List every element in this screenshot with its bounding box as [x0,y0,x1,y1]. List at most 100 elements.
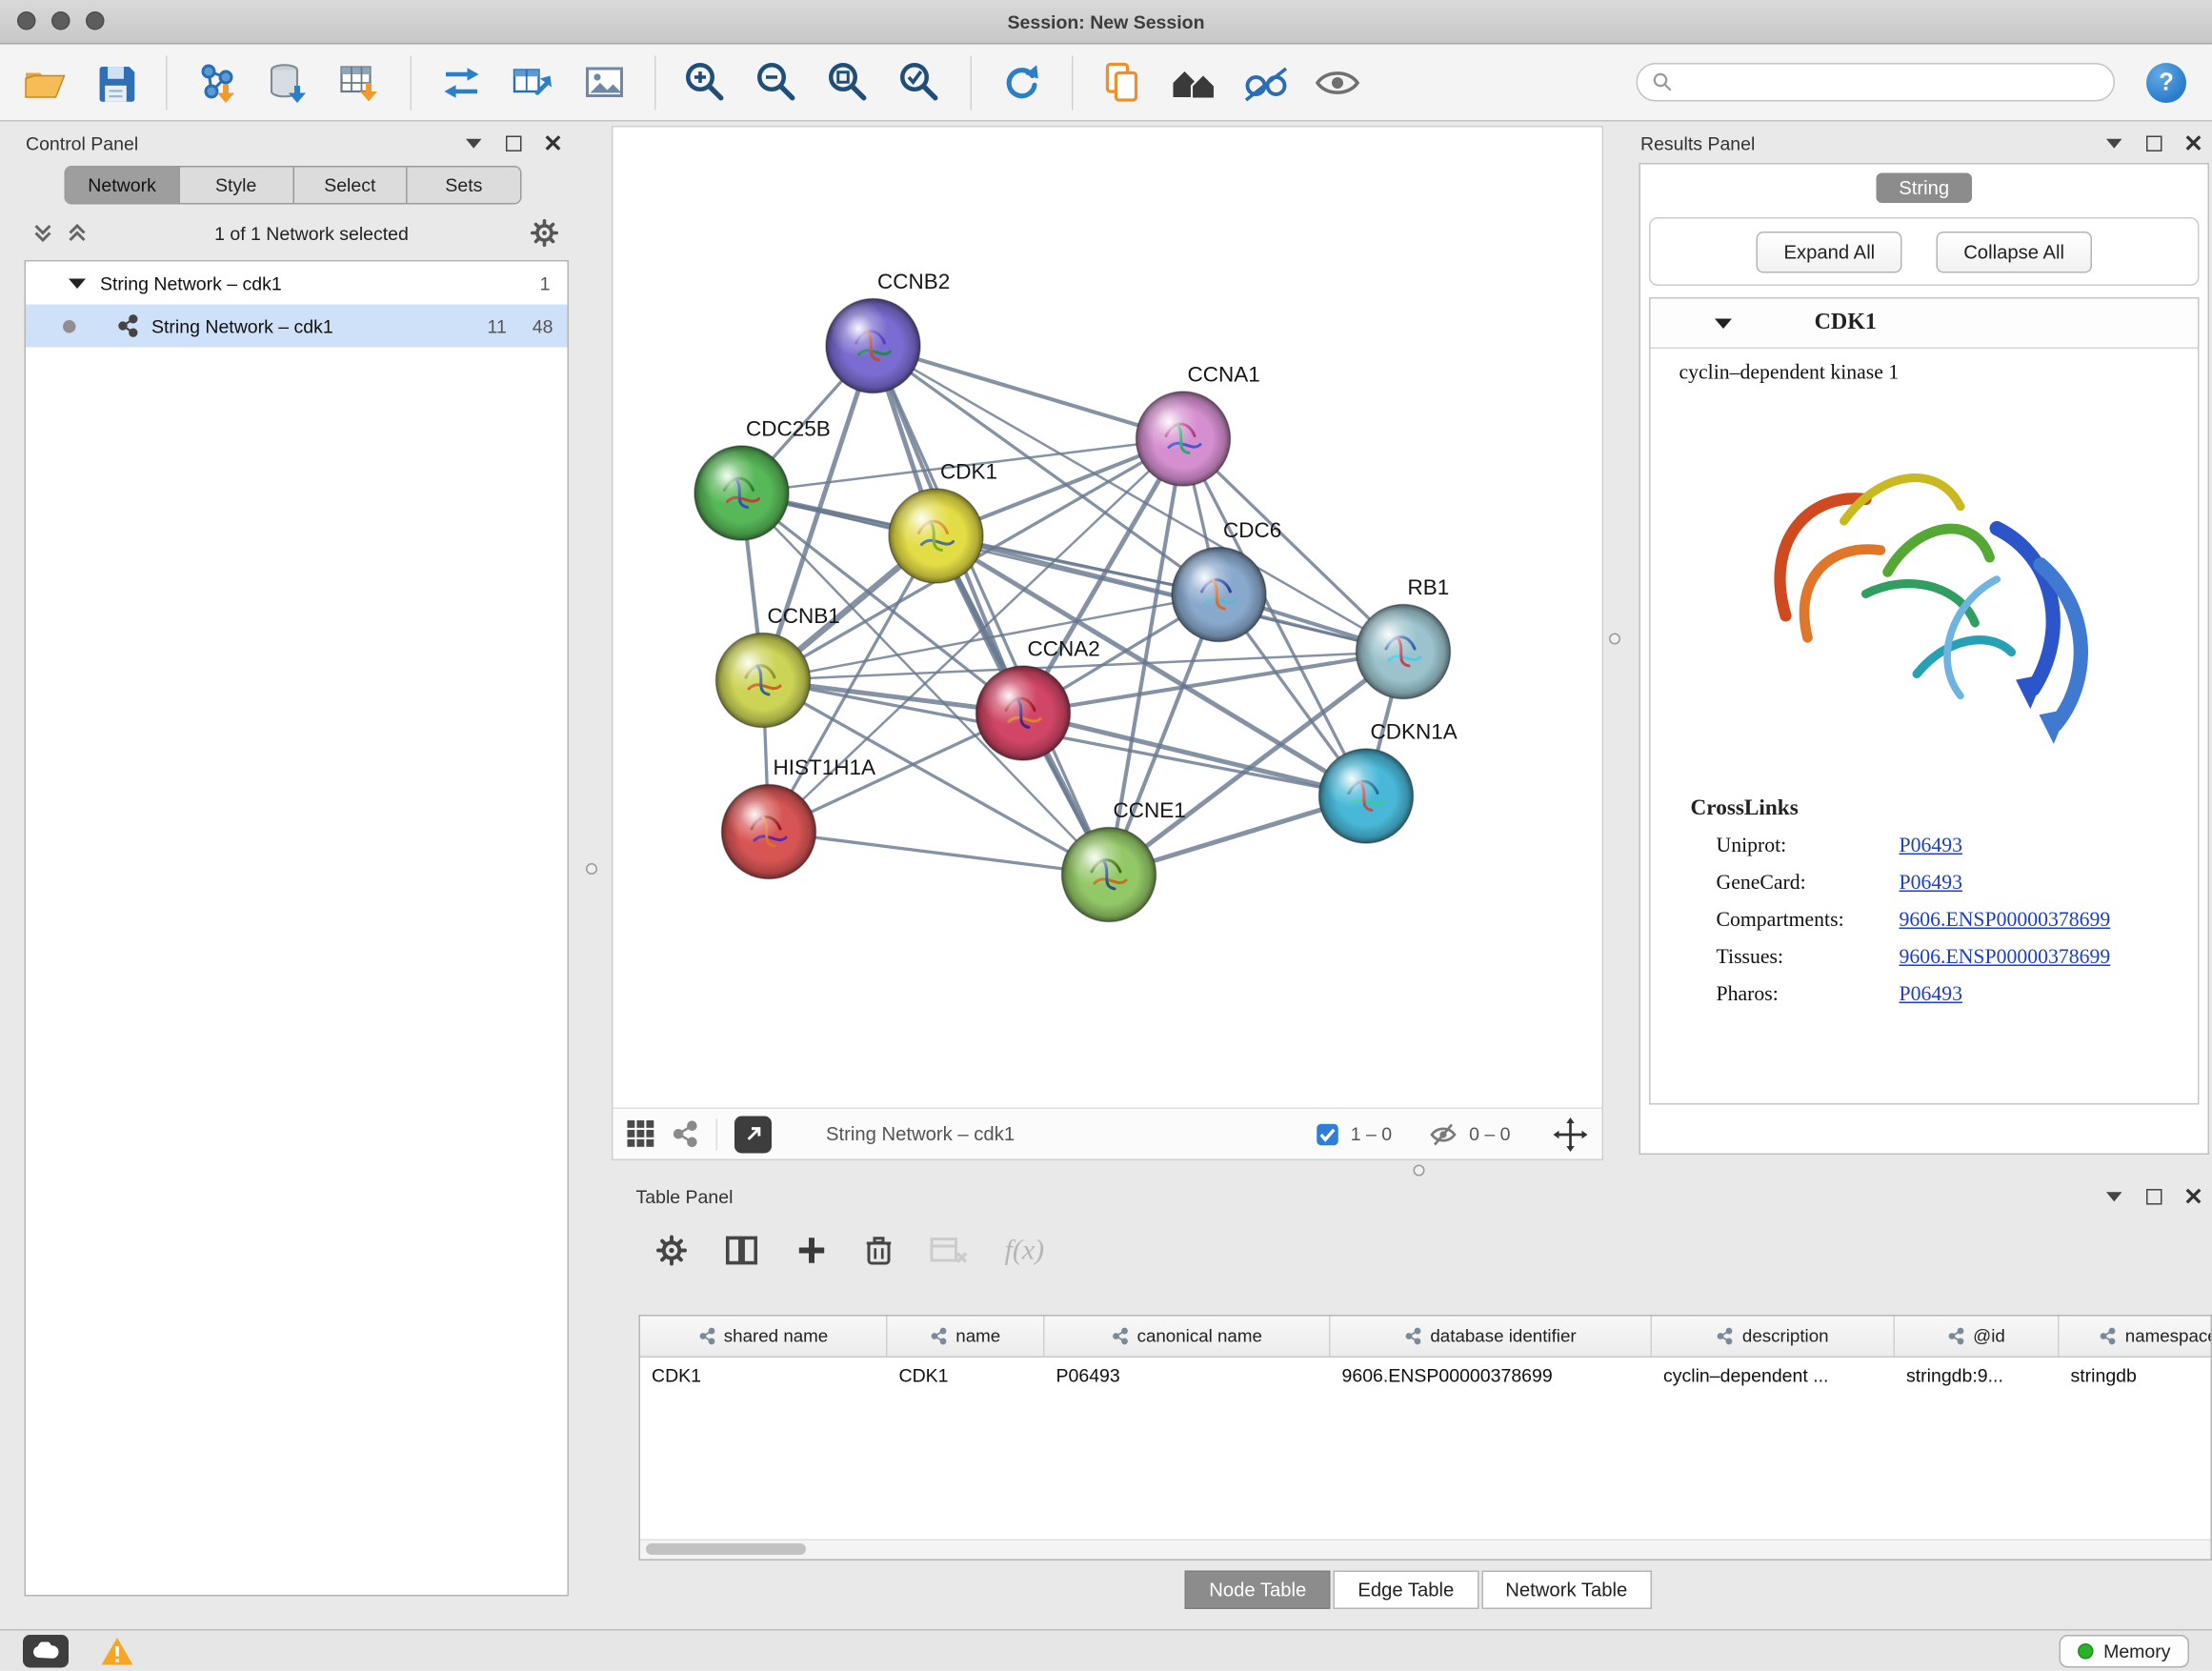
tab-edge-table[interactable]: Edge Table [1334,1571,1478,1610]
network-node[interactable]: CDC6 [1172,518,1281,642]
tree-caret-icon[interactable] [69,278,86,289]
panel-float-icon[interactable] [2143,133,2163,153]
network-edge[interactable] [769,832,1109,875]
table-cell[interactable]: CDK1 [888,1358,1045,1397]
save-session-button[interactable] [86,53,146,111]
zoom-fit-button[interactable] [819,53,879,111]
network-node[interactable]: HIST1H1A [722,755,876,879]
collapse-all-button[interactable]: Collapse All [1937,231,2092,272]
grid-view-icon[interactable] [628,1120,655,1148]
delete-column-trash-icon[interactable] [865,1235,894,1266]
network-node[interactable]: CCNB2 [826,270,950,393]
column-header[interactable]: name [888,1317,1045,1357]
panel-close-icon[interactable] [543,133,563,153]
protein-header[interactable]: CDK1 [1651,299,2199,350]
apply-layout-button[interactable] [992,53,1052,111]
crosslink-link[interactable]: P06493 [1900,872,1962,896]
delete-table-icon[interactable] [931,1237,968,1265]
duplicate-documents-button[interactable] [1094,53,1154,111]
crosslink-link[interactable]: P06493 [1900,983,1962,1008]
selected-checkbox-icon[interactable] [1317,1122,1339,1145]
pan-crosshair-icon[interactable] [1554,1117,1588,1151]
network-options-gear-icon[interactable] [529,223,560,243]
column-header[interactable]: shared name [640,1317,888,1357]
protein-caret-icon[interactable] [1715,318,1732,329]
zoom-selected-button[interactable] [891,53,951,111]
open-session-button[interactable] [14,53,74,111]
table-row[interactable]: CDK1CDK1P064939606.ENSP00000378699cyclin… [640,1358,2211,1397]
splitter-grip[interactable] [586,863,597,875]
table-horizontal-scrollbar[interactable] [640,1540,2211,1560]
tab-sets[interactable]: Sets [408,168,520,204]
cloud-button[interactable] [23,1634,69,1667]
warning-button[interactable] [100,1636,134,1666]
network-canvas[interactable]: CCNB2CCNA1CDC25BCDK1CDC6RB1CCNB1CCNA2CDK… [613,128,1602,1108]
network-edge[interactable] [874,346,1184,439]
crosslink-link[interactable]: P06493 [1900,835,1962,859]
import-table-from-file-button[interactable] [331,53,391,111]
network-collection-row[interactable]: String Network – cdk1 1 [26,262,568,305]
zoom-out-button[interactable] [748,53,808,111]
table-cell[interactable]: 9606.ENSP00000378699 [1331,1358,1653,1397]
crosslink-link[interactable]: 9606.ENSP00000378699 [1900,909,2111,934]
column-header[interactable]: description [1652,1317,1895,1357]
minimize-window-button[interactable] [51,11,70,30]
panel-menu-icon[interactable] [463,133,483,153]
panel-float-icon[interactable] [503,133,523,153]
splitter-grip[interactable] [1414,1165,1425,1177]
network-node[interactable]: CDKN1A [1319,720,1458,844]
panel-close-icon[interactable] [2183,1186,2203,1206]
table-settings-gear-icon[interactable] [656,1235,688,1266]
import-network-from-database-button[interactable] [259,53,319,111]
function-builder-icon[interactable]: f(x) [1005,1234,1045,1267]
home-button[interactable] [1165,53,1225,111]
network-row[interactable]: String Network – cdk1 11 48 [26,305,568,348]
detach-view-button[interactable] [734,1116,772,1153]
table-cell[interactable]: stringdb:9... [1895,1358,2060,1397]
column-header[interactable]: namespace [2060,1317,2212,1357]
column-header[interactable]: @id [1895,1317,2060,1357]
column-header[interactable]: database identifier [1331,1317,1653,1357]
network-node[interactable]: CCNB1 [716,604,840,728]
splitter-grip[interactable] [1609,634,1620,645]
expand-all-button[interactable]: Expand All [1757,231,1902,272]
close-window-button[interactable] [17,11,36,30]
zoom-in-button[interactable] [676,53,736,111]
scrollbar-thumb[interactable] [646,1543,806,1555]
search-input[interactable] [1682,70,2100,95]
crosslink-link[interactable]: 9606.ENSP00000378699 [1900,946,2111,971]
panel-float-icon[interactable] [2143,1186,2163,1206]
network-node[interactable]: CDC25B [694,417,831,540]
import-network-from-file-button[interactable] [188,53,248,111]
collapse-all-tree-icon[interactable] [26,223,60,243]
string-results-tab[interactable]: String [1876,173,1972,204]
network-node[interactable]: CCNA1 [1136,363,1260,487]
show-hidden-button[interactable] [1308,53,1368,111]
help-button[interactable]: ? [2146,62,2186,102]
network-share-icon[interactable] [672,1120,699,1148]
memory-button[interactable]: Memory [2060,1634,2189,1667]
tab-network[interactable]: Network [66,168,180,204]
network-from-table-button[interactable] [503,53,563,111]
expand-all-tree-icon[interactable] [60,223,94,243]
new-network-button[interactable] [432,53,492,111]
tab-select[interactable]: Select [293,168,408,204]
panel-close-icon[interactable] [2183,133,2203,153]
network-node[interactable]: RB1 [1357,575,1451,699]
show-columns-icon[interactable] [725,1235,759,1266]
table-cell[interactable]: stringdb [2060,1358,2212,1397]
tab-node-table[interactable]: Node Table [1185,1571,1331,1610]
export-image-button[interactable] [574,53,634,111]
hidden-eye-slash-icon[interactable] [1429,1121,1458,1147]
table-cell[interactable]: CDK1 [640,1358,888,1397]
column-header[interactable]: canonical name [1045,1317,1331,1357]
network-edge[interactable] [874,346,1110,875]
panel-menu-icon[interactable] [2103,133,2123,153]
panel-menu-icon[interactable] [2103,1186,2123,1206]
hide-selected-button[interactable] [1237,53,1297,111]
table-cell[interactable]: cyclin–dependent ... [1652,1358,1895,1397]
add-column-icon[interactable] [796,1235,828,1266]
table-cell[interactable]: P06493 [1045,1358,1331,1397]
tab-network-table[interactable]: Network Table [1481,1571,1652,1610]
maximize-window-button[interactable] [86,11,105,30]
